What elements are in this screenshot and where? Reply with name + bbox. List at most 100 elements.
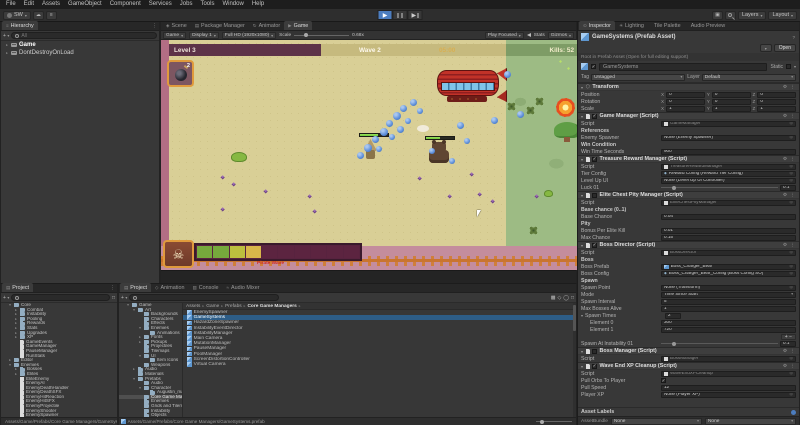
object-field[interactable]: TreasureRewardManager◎ xyxy=(661,164,796,170)
row-pull-orbs-to-player[interactable]: Pull Orbs To Player✓ xyxy=(578,377,799,384)
value-field[interactable]: 0.01 xyxy=(661,228,796,234)
axis-value-field[interactable]: 0 xyxy=(666,99,705,105)
expand-arrow-icon[interactable]: ▾ xyxy=(132,308,136,313)
scale-slider[interactable] xyxy=(294,35,349,36)
view-tab[interactable]: ◈ Scene xyxy=(162,21,191,30)
project-a-search-input[interactable] xyxy=(11,294,110,301)
filter-label-icon[interactable]: ◇ xyxy=(558,295,562,301)
object-picker-icon[interactable]: ◎ xyxy=(790,171,794,176)
row-spawn-at-instability-01[interactable]: Spawn At Instability 010.1 xyxy=(578,340,799,347)
expand-arrow-icon[interactable]: ▾ xyxy=(138,354,142,359)
menu-item[interactable]: Edit xyxy=(20,0,38,9)
bottom-tab[interactable]: ≈ Audio Mixer xyxy=(223,283,264,292)
play-button[interactable]: ▶ xyxy=(378,10,393,20)
axis-value-field[interactable]: 1 xyxy=(712,106,751,112)
component-header-icons[interactable]: ⚙ ⋮ xyxy=(783,363,796,369)
tab-project[interactable]: ▤ Project xyxy=(2,283,33,292)
display-dropdown[interactable]: Display 1▾ xyxy=(189,32,219,39)
slider-value-field[interactable]: 0.1 xyxy=(780,341,796,347)
scrollbar-thumb[interactable] xyxy=(573,305,576,331)
object-picker-icon[interactable]: ◎ xyxy=(790,178,794,183)
row-enemy-spawner[interactable]: Enemy SpawnerNone (Enemy Spawner)◎ xyxy=(578,134,799,141)
fold-arrow-icon[interactable]: ▾ xyxy=(581,243,583,248)
row-boss-config[interactable]: Boss Config◆Boss_Charger_Bear_Config (Bo… xyxy=(578,270,799,277)
panel-menu-icon[interactable]: ⋮ xyxy=(152,23,157,29)
dropdown-field[interactable]: Time Since Start▾ xyxy=(661,292,796,298)
pause-button[interactable] xyxy=(393,10,408,20)
menu-item[interactable]: Jobs xyxy=(176,0,197,9)
array-size-field[interactable]: 2 xyxy=(665,313,681,319)
object-picker-icon[interactable]: ◎ xyxy=(790,371,794,376)
object-picker-icon[interactable]: ◎ xyxy=(790,271,794,276)
row-listbtns[interactable]: + − xyxy=(578,333,799,340)
mute-audio-icon[interactable] xyxy=(527,33,531,37)
value-field[interactable]: 0.04 xyxy=(661,214,796,220)
expand-arrow-icon[interactable]: ▸ xyxy=(138,340,142,345)
breadcrumb-item[interactable]: Assets ▸ xyxy=(186,304,204,309)
object-field[interactable]: Boss_Charger_Bear◎ xyxy=(661,264,796,270)
preview-packages-button[interactable]: ▣ xyxy=(712,11,723,20)
panel-menu-icon[interactable]: ⋮ xyxy=(110,285,115,291)
expand-arrow-icon[interactable]: ▾ xyxy=(8,363,12,368)
row-script[interactable]: ScriptEliteChestPityManager◎ xyxy=(578,199,799,206)
enabled-checkbox[interactable]: ✓ xyxy=(592,243,597,248)
asset-labels-header[interactable]: Asset Labels xyxy=(578,407,799,416)
hierarchy-item[interactable]: ▸ DontDestroyOnLoad xyxy=(1,49,159,57)
view-tab[interactable]: ▤ Package Manager xyxy=(191,21,249,30)
undo-history-button[interactable]: ≡ xyxy=(46,11,57,20)
hierarchy-search-input[interactable]: All xyxy=(11,32,157,39)
axis-value-field[interactable]: 0 xyxy=(666,92,705,98)
axis-value-field[interactable]: 0 xyxy=(712,92,751,98)
menu-item[interactable]: Tools xyxy=(196,0,218,9)
row-script[interactable]: ScriptBossDirector◎ xyxy=(578,249,799,256)
axis-value-field[interactable]: 1 xyxy=(757,106,796,112)
expand-arrow-icon[interactable]: ▸ xyxy=(132,367,136,372)
view-tab[interactable]: ▶ Game xyxy=(284,21,312,30)
fold-arrow-icon[interactable]: ▾ xyxy=(581,193,583,198)
scale-slider-thumb[interactable] xyxy=(304,33,308,37)
row-player-xp[interactable]: Player XPNone (Player XP)◎ xyxy=(578,391,799,398)
lock-icon[interactable]: □ xyxy=(112,295,115,301)
open-prefab-button[interactable]: Open xyxy=(774,44,796,52)
hierarchy-item[interactable]: ▸ Game xyxy=(1,41,159,49)
expand-arrow-icon[interactable]: ▸ xyxy=(5,51,9,55)
expand-arrow-icon[interactable]: ▾ xyxy=(126,303,130,308)
fold-arrow-icon[interactable]: ▾ xyxy=(581,157,583,162)
fold-arrow-icon[interactable]: ▾ xyxy=(581,349,583,354)
row-bonus-per-elite-kill[interactable]: Bonus Per Elite Kill0.01 xyxy=(578,227,799,234)
expand-arrow-icon[interactable]: ▾ xyxy=(8,303,12,308)
asset-file-row[interactable]: Virtual Camera xyxy=(183,362,576,367)
view-tab[interactable]: ↻ Animator xyxy=(249,21,284,30)
add-button[interactable]: + ▾ xyxy=(3,33,9,39)
component-header-boss-director-script[interactable]: ▾✓Boss Director (Script)⚙ ⋮ xyxy=(578,241,799,249)
assetbundle-dropdown[interactable]: None▾ xyxy=(611,418,702,425)
component-header-icons[interactable]: ⚙ ⋮ xyxy=(783,113,796,119)
component-header-icons[interactable]: ⚙ ⋮ xyxy=(783,84,796,90)
filter-type-icon[interactable]: ▩ xyxy=(551,295,556,301)
array-add-remove-buttons[interactable]: + − xyxy=(781,334,796,340)
fold-arrow-icon[interactable]: ▾ xyxy=(581,313,583,318)
value-field[interactable]: 1 xyxy=(661,306,796,312)
row-max-chance[interactable]: Max Chance0.15 xyxy=(578,234,799,241)
scrollbar[interactable] xyxy=(573,303,576,417)
resolution-dropdown[interactable]: Full HD (1920x1080)▾ xyxy=(222,32,276,39)
menu-item[interactable]: Assets xyxy=(38,0,64,9)
value-field[interactable]: 0.15 xyxy=(661,235,796,241)
prefab-overrides-dropdown[interactable]: ▾ xyxy=(760,44,772,52)
component-header-wave-end-xp-cleanup-script[interactable]: ▾✓Wave End XP Cleanup (Script)⚙ ⋮ xyxy=(578,362,799,370)
object-picker-icon[interactable]: ◎ xyxy=(790,200,794,205)
help-icon[interactable]: ? xyxy=(792,35,796,40)
thumbnail-size-slider[interactable] xyxy=(536,421,572,422)
row-rotation[interactable]: RotationX0Y0Z0 xyxy=(578,98,799,105)
inspector-tab[interactable]: ⊙ Inspector xyxy=(579,21,615,30)
component-header-icons[interactable]: ⚙ ⋮ xyxy=(783,242,796,248)
row-pull-speed[interactable]: Pull Speed12 xyxy=(578,384,799,391)
component-header-icons[interactable]: ⚙ ⋮ xyxy=(783,156,796,162)
object-field[interactable]: EliteChestPityManager◎ xyxy=(661,200,796,206)
project-b-search-input[interactable] xyxy=(129,294,279,301)
menu-item[interactable]: Window xyxy=(218,0,247,9)
step-button[interactable]: ▶ xyxy=(408,10,423,20)
gizmos-dropdown[interactable]: Gizmos▾ xyxy=(548,32,574,39)
layout-dropdown[interactable]: Layout ▾ xyxy=(768,11,797,20)
object-picker-icon[interactable]: ◎ xyxy=(790,356,794,361)
